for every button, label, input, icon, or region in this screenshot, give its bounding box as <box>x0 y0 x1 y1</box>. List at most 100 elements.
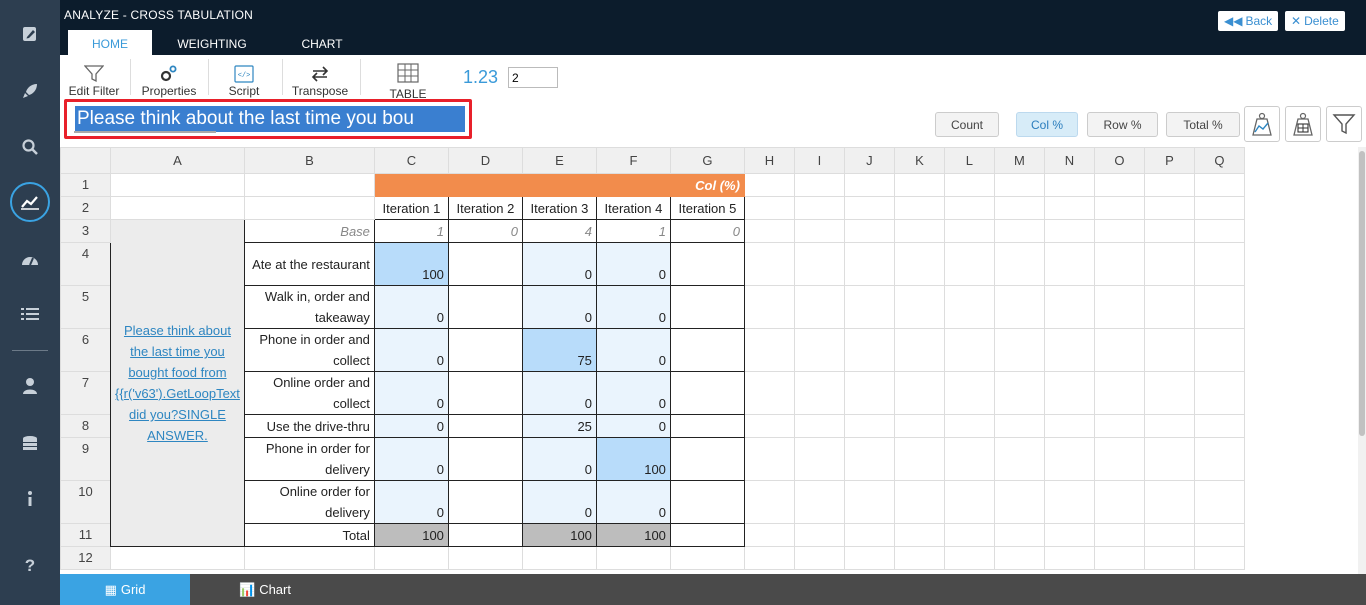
cell[interactable] <box>595 546 671 570</box>
script-button[interactable]: </> Script <box>214 55 274 100</box>
cell[interactable] <box>993 414 1045 438</box>
cell[interactable] <box>793 371 845 415</box>
cell[interactable] <box>1093 328 1145 372</box>
row-number[interactable]: 4 <box>60 242 111 286</box>
cell[interactable] <box>793 196 845 220</box>
vertical-scrollbar[interactable] <box>1358 147 1366 574</box>
cell[interactable] <box>893 242 945 286</box>
cell[interactable] <box>993 219 1045 243</box>
cell[interactable] <box>1193 196 1245 220</box>
cell[interactable] <box>1143 242 1195 286</box>
cell[interactable] <box>843 523 895 547</box>
cell[interactable] <box>1093 437 1145 481</box>
row-number[interactable]: 9 <box>60 437 111 481</box>
cell[interactable] <box>843 328 895 372</box>
rocket-icon[interactable] <box>10 71 50 111</box>
row-percent-button[interactable]: Row % <box>1087 112 1158 137</box>
edit-icon[interactable] <box>10 14 50 54</box>
database-icon[interactable] <box>10 424 50 464</box>
column-header[interactable]: C <box>373 147 449 174</box>
column-header[interactable]: A <box>110 147 245 174</box>
column-header[interactable]: J <box>843 147 895 174</box>
cell[interactable] <box>743 242 795 286</box>
cell[interactable] <box>893 219 945 243</box>
column-header[interactable]: D <box>447 147 523 174</box>
cell[interactable] <box>993 437 1045 481</box>
cell[interactable] <box>743 523 795 547</box>
cell[interactable] <box>993 173 1045 197</box>
tab-chart-view[interactable]: 📊 Chart <box>200 574 330 605</box>
cell[interactable] <box>1193 546 1245 570</box>
cell[interactable] <box>893 437 945 481</box>
cell[interactable] <box>1093 219 1145 243</box>
cell[interactable] <box>943 480 995 524</box>
search-icon[interactable] <box>10 127 50 167</box>
tab-grid[interactable]: ▦ Grid <box>60 574 190 605</box>
cell[interactable] <box>843 242 895 286</box>
cell[interactable] <box>943 285 995 329</box>
cell[interactable] <box>1043 285 1095 329</box>
cell[interactable] <box>893 523 945 547</box>
cell[interactable] <box>843 219 895 243</box>
cell[interactable] <box>1043 523 1095 547</box>
cell[interactable] <box>793 480 845 524</box>
cell[interactable] <box>1143 219 1195 243</box>
cell[interactable] <box>743 219 795 243</box>
cell[interactable] <box>843 546 895 570</box>
cell[interactable] <box>1093 480 1145 524</box>
edit-filter-button[interactable]: Edit Filter <box>64 55 124 100</box>
cell[interactable] <box>243 546 375 570</box>
cell[interactable] <box>893 546 945 570</box>
cell[interactable] <box>943 437 995 481</box>
cell[interactable] <box>993 328 1045 372</box>
cell[interactable] <box>793 414 845 438</box>
cell[interactable] <box>447 546 523 570</box>
column-header[interactable]: F <box>595 147 671 174</box>
user-icon[interactable] <box>10 366 50 406</box>
cell[interactable] <box>943 546 995 570</box>
cell[interactable] <box>1043 242 1095 286</box>
row-number[interactable]: 3 <box>60 219 111 243</box>
column-header[interactable]: G <box>669 147 745 174</box>
cell[interactable] <box>1143 546 1195 570</box>
cell[interactable] <box>793 328 845 372</box>
cell[interactable] <box>1143 196 1195 220</box>
cell[interactable] <box>1193 173 1245 197</box>
cell[interactable] <box>1093 196 1145 220</box>
back-button[interactable]: ◀◀ Back <box>1218 11 1279 31</box>
column-header[interactable]: O <box>1093 147 1145 174</box>
question-title-text[interactable]: Please think about the last time you bou <box>75 106 465 132</box>
cell[interactable] <box>1143 285 1195 329</box>
cell[interactable] <box>1143 371 1195 415</box>
column-header[interactable]: K <box>893 147 945 174</box>
cell[interactable] <box>110 196 245 220</box>
cell[interactable] <box>1093 285 1145 329</box>
cell[interactable] <box>793 242 845 286</box>
cell[interactable] <box>943 196 995 220</box>
info-icon[interactable] <box>10 479 50 519</box>
question-link[interactable]: Please think about the last time you bou… <box>115 323 240 443</box>
cell[interactable] <box>943 242 995 286</box>
cell[interactable] <box>1193 371 1245 415</box>
cell[interactable] <box>1043 196 1095 220</box>
row-number[interactable]: 11 <box>60 523 111 547</box>
decimal-places-input[interactable] <box>508 67 558 88</box>
chart-weight-button[interactable] <box>1244 106 1280 142</box>
cell[interactable] <box>243 196 375 220</box>
cell[interactable] <box>743 437 795 481</box>
cell[interactable] <box>1093 414 1145 438</box>
cell[interactable] <box>943 371 995 415</box>
cell[interactable] <box>943 523 995 547</box>
cell[interactable] <box>843 173 895 197</box>
cell[interactable] <box>1143 414 1195 438</box>
cell[interactable] <box>893 414 945 438</box>
cell[interactable] <box>993 523 1045 547</box>
cell[interactable] <box>793 285 845 329</box>
question-title-field[interactable]: Please think about the last time you bou <box>64 99 472 139</box>
scrollbar-thumb[interactable] <box>1359 151 1365 436</box>
cell[interactable] <box>993 480 1045 524</box>
cell[interactable] <box>893 328 945 372</box>
transpose-button[interactable]: Transpose <box>288 55 352 100</box>
count-button[interactable]: Count <box>935 112 999 137</box>
cell[interactable] <box>1093 371 1145 415</box>
